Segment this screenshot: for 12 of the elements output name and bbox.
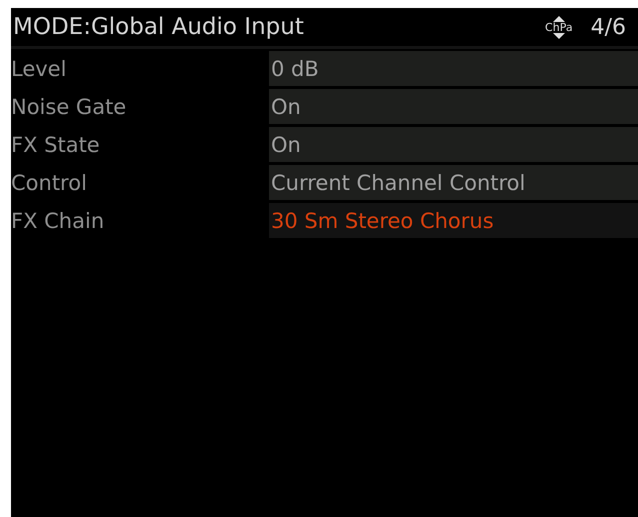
parameter-label: FX Chain xyxy=(11,208,106,232)
parameter-label: Level xyxy=(11,56,68,80)
parameter-label: FX State xyxy=(11,132,101,156)
parameter-value[interactable]: Current Channel Control xyxy=(269,165,638,200)
mode-title: MODE:Global Audio Input xyxy=(13,14,305,40)
parameter-value[interactable]: On xyxy=(269,127,638,162)
parameter-value[interactable]: 30 Sm Stereo Chorus xyxy=(269,203,638,238)
parameter-value[interactable]: 0 dB xyxy=(269,51,638,86)
parameter-label: Noise Gate xyxy=(11,94,128,118)
page-indicator: 4/6 xyxy=(590,14,626,40)
parameter-value[interactable]: On xyxy=(269,89,638,124)
parameter-label: Control xyxy=(11,170,88,194)
